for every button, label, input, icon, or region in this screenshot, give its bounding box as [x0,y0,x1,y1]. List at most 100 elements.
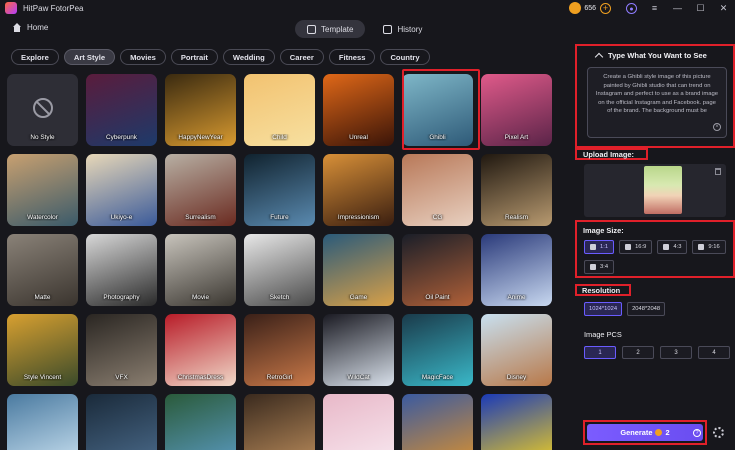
clear-prompt-icon[interactable]: × [713,123,721,131]
twitter-icon [590,264,596,270]
style-tile[interactable]: Future [244,154,315,226]
category-country[interactable]: Country [380,49,430,65]
style-tile[interactable]: Impressionism [323,154,394,226]
tab-history-label: History [397,24,423,34]
style-label: Cyberpunk [106,134,137,141]
style-tile[interactable]: MagicFace [402,314,473,386]
title-bar: HitPaw FotorPea 656 + ● ≡ — ☐ ✕ [0,0,735,16]
style-tile[interactable]: Style Vincent [7,314,78,386]
style-tile[interactable]: CG [402,154,473,226]
style-tile[interactable]: WildCat [323,314,394,386]
style-tile[interactable]: Matte [7,234,78,306]
add-credits-button[interactable]: + [600,2,611,14]
prompt-header[interactable]: Type What You Want to See [594,51,707,62]
maximize-button[interactable]: ☐ [689,0,712,16]
style-tile[interactable]: Pixel Art [481,74,552,146]
close-button[interactable]: ✕ [712,0,735,16]
style-tile[interactable]: Oil Paint [402,234,473,306]
style-tile[interactable]: Game [323,234,394,306]
minimize-button[interactable]: — [666,0,689,16]
style-label: ChristmasDress [177,374,224,381]
category-wedding[interactable]: Wedding [222,49,275,65]
user-icon[interactable]: ● [626,2,637,14]
category-portrait[interactable]: Portrait [170,49,218,65]
style-tile[interactable]: Watercolor [7,154,78,226]
style-tile[interactable]: Cyberpunk [86,74,157,146]
coin-icon [569,2,582,14]
style-tile[interactable] [165,394,236,450]
generate-cost: 2 [665,428,670,437]
size-option-label: 9:16 [708,244,720,250]
style-tile[interactable] [402,394,473,450]
style-tile[interactable]: Ukiyo-e [86,154,157,226]
menu-icon[interactable]: ≡ [649,3,660,14]
resolution-option[interactable]: 1024*1024 [584,302,623,316]
style-label: Matte [34,294,51,301]
resolution-option[interactable]: 2048*2048 [627,302,666,316]
category-art-style[interactable]: Art Style [63,49,116,65]
style-label: Realism [504,214,529,221]
style-tile[interactable]: VFX [86,314,157,386]
style-tile[interactable]: Photography [86,234,157,306]
pcs-options: 1234 [584,346,730,359]
history-icon [383,24,393,34]
size-options-row-2: 3:4 [584,260,615,274]
prompt-title: Type What You Want to See [608,51,707,60]
style-label: Ukiyo-e [110,214,133,221]
instagram-icon [698,244,705,250]
upload-label: Upload Image: [583,150,634,159]
style-tile[interactable]: Disney [481,314,552,386]
style-tile[interactable] [323,394,394,450]
style-tile[interactable]: No Style [7,74,78,146]
size-options-row-1: 1:1 16:9 4:3 9:16 [584,240,726,254]
category-fitness[interactable]: Fitness [328,49,376,65]
style-tile[interactable] [481,394,552,450]
category-movies[interactable]: Movies [120,49,166,65]
category-bar: Explore Art Style Movies Portrait Wedding Car… [11,49,430,65]
pcs-option[interactable]: 4 [698,346,730,359]
style-tile[interactable]: Realism [481,154,552,226]
style-tile[interactable]: Child [244,74,315,146]
size-option-label: 4:3 [673,244,682,250]
style-tile[interactable]: RetroGirl [244,314,315,386]
tab-template[interactable]: Template [295,20,366,38]
chevron-up-icon [594,52,604,62]
delete-image-icon[interactable] [715,168,721,175]
style-tile[interactable]: Sketch [244,234,315,306]
style-label: Photography [103,294,140,301]
style-tile[interactable] [86,394,157,450]
style-label: Sketch [269,294,290,301]
pcs-option[interactable]: 3 [660,346,692,359]
style-tile[interactable] [7,394,78,450]
style-tile[interactable]: Anime [481,234,552,306]
size-option[interactable]: 1:1 [584,240,615,254]
style-tile[interactable]: HappyNewYear [165,74,236,146]
help-icon[interactable]: ? [693,429,701,437]
generate-button[interactable]: Generate 2 [587,424,703,441]
style-tile[interactable]: Unreal [323,74,394,146]
home-link[interactable]: Home [12,23,48,32]
style-label: Future [270,214,289,221]
size-option[interactable]: 16:9 [619,240,653,254]
selected-style-highlight [402,69,480,150]
pcs-option[interactable]: 1 [584,346,616,359]
category-career[interactable]: Career [279,49,324,65]
style-label: Watercolor [27,214,58,221]
app-title: HitPaw FotorPea [23,3,84,13]
upload-area[interactable] [584,164,726,217]
pcs-option[interactable]: 2 [622,346,654,359]
size-option[interactable]: 4:3 [657,240,688,254]
size-option[interactable]: 3:4 [584,260,615,274]
style-tile[interactable] [244,394,315,450]
style-tile[interactable]: Movie [165,234,236,306]
style-tile[interactable]: ChristmasDress [165,314,236,386]
gear-icon[interactable] [713,427,724,438]
style-tile[interactable]: Surrealism [165,154,236,226]
template-icon [307,24,316,34]
prompt-input[interactable]: Create a Ghibli style image of this pict… [587,67,727,138]
resolution-label: Resolution [582,286,621,295]
tab-history[interactable]: History [371,20,434,38]
category-explore[interactable]: Explore [11,49,59,65]
generate-label: Generate [620,428,653,437]
size-option[interactable]: 9:16 [692,240,726,254]
